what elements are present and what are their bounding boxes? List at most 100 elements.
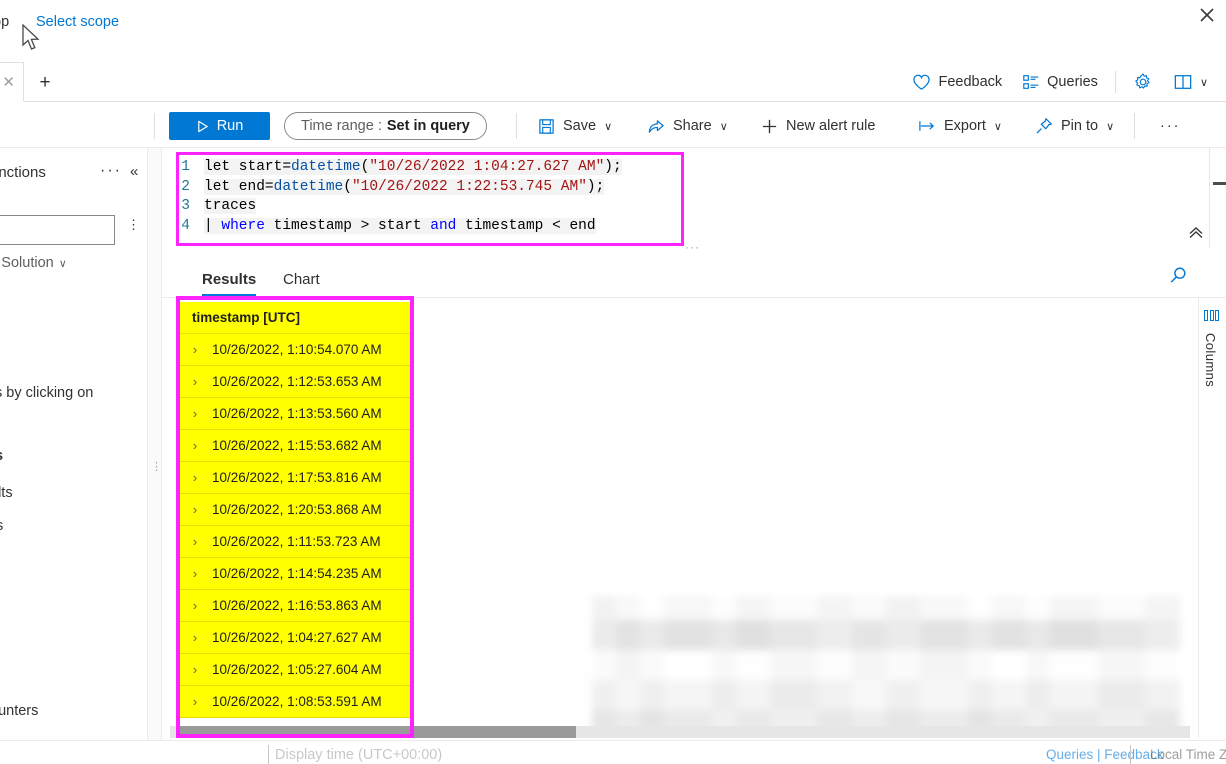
tab-results[interactable]: Results	[202, 262, 257, 296]
time-range-picker[interactable]: Time range : Set in query	[284, 112, 487, 140]
export-label: Export	[944, 118, 986, 134]
new-tab-button[interactable]: +	[30, 70, 60, 96]
row-expand-icon[interactable]: ›	[178, 598, 212, 613]
editor-minimap-marker	[1213, 182, 1226, 185]
tab-close-icon[interactable]: ✕	[2, 75, 15, 90]
bottom-links[interactable]: Queries | Feedback	[1046, 747, 1164, 762]
scope-app-label: pp	[0, 14, 10, 30]
active-tab[interactable]: ✕	[0, 62, 24, 102]
save-button[interactable]: Save ∨	[530, 112, 620, 140]
bottom-timezone-label: Local Time Zone	[1150, 747, 1226, 762]
editor-resize-dots[interactable]: ···	[685, 240, 700, 254]
grid-horizontal-scrollbar[interactable]	[170, 726, 1190, 738]
redacted-cell	[818, 650, 852, 680]
table-row[interactable]: › 10/26/2022, 1:14:54.235 AM	[178, 558, 410, 590]
redacted-cell	[770, 650, 818, 680]
left-panel-collapse-button[interactable]: «	[130, 163, 138, 180]
redacted-cell	[886, 680, 920, 710]
table-row[interactable]: › 10/26/2022, 1:04:27.627 AM	[178, 622, 410, 654]
app-root: ✕ + Feedback Queries ∨ p Select scope Ru…	[0, 0, 1226, 764]
layout-button[interactable]: ∨	[1163, 68, 1218, 96]
feedback-button[interactable]: Feedback	[902, 68, 1012, 97]
table-row[interactable]: › 10/26/2022, 1:17:53.816 AM	[178, 462, 410, 494]
left-panel-kebab-icon[interactable]: ⋮	[127, 218, 140, 232]
run-button[interactable]: Run	[169, 112, 270, 140]
settings-button[interactable]	[1123, 67, 1163, 97]
play-icon	[197, 120, 208, 132]
left-panel-search-input[interactable]	[0, 215, 115, 245]
row-expand-icon[interactable]: ›	[178, 470, 212, 485]
tab-chart-label: Chart	[283, 270, 320, 288]
editor-line-code: | where timestamp > start and timestamp …	[204, 217, 596, 234]
header-actions: Feedback Queries ∨	[902, 62, 1218, 102]
tab-chart[interactable]: Chart	[283, 262, 320, 296]
table-row[interactable]: › 10/26/2022, 1:10:54.070 AM	[178, 334, 410, 366]
row-expand-icon[interactable]: ›	[178, 694, 212, 709]
row-expand-icon[interactable]: ›	[178, 438, 212, 453]
columns-rail-label[interactable]: Columns	[1203, 333, 1218, 387]
redacted-row	[582, 620, 1226, 650]
redacted-cell	[712, 650, 736, 680]
table-row[interactable]: › 10/26/2022, 1:12:53.653 AM	[178, 366, 410, 398]
group-by-dropdown[interactable]: y: Solution ∨	[0, 255, 67, 271]
table-row[interactable]: › 10/26/2022, 1:08:53.591 AM	[178, 686, 410, 718]
new-alert-rule-button[interactable]: New alert rule	[753, 112, 883, 140]
left-panel-text: s	[0, 448, 3, 464]
layout-chevron-down-icon: ∨	[1199, 76, 1208, 89]
query-editor[interactable]: 1 let start=datetime("10/26/2022 1:04:27.…	[178, 153, 684, 243]
row-expand-icon[interactable]: ›	[178, 502, 212, 517]
table-row[interactable]: › 10/26/2022, 1:13:53.560 AM	[178, 398, 410, 430]
row-expand-icon[interactable]: ›	[178, 662, 212, 677]
redacted-cell	[592, 650, 616, 680]
editor-line-code: let end=datetime("10/26/2022 1:22:53.745…	[204, 178, 605, 195]
toolbar-divider-1	[516, 113, 517, 139]
redacted-cell	[968, 620, 992, 650]
close-window-button[interactable]	[1190, 0, 1224, 30]
table-row[interactable]: › 10/26/2022, 1:15:53.682 AM	[178, 430, 410, 462]
left-panel-more-button[interactable]: ···	[100, 162, 122, 180]
columns-icon	[1204, 310, 1219, 321]
grid-horizontal-scroll-thumb[interactable]	[176, 726, 576, 738]
timestamp-cell: 10/26/2022, 1:14:54.235 AM	[212, 566, 382, 581]
queries-button[interactable]: Queries	[1012, 68, 1108, 96]
timestamp-cell: 10/26/2022, 1:17:53.816 AM	[212, 470, 382, 485]
select-scope-link[interactable]: Select scope	[36, 14, 119, 30]
redacted-cell	[992, 650, 1026, 680]
redacted-cell	[920, 680, 968, 710]
gear-icon	[1135, 73, 1150, 89]
redacted-cell	[616, 596, 640, 620]
row-expand-icon[interactable]: ›	[178, 374, 212, 389]
row-expand-icon[interactable]: ›	[178, 342, 212, 357]
pin-to-button[interactable]: Pin to ∨	[1027, 112, 1122, 140]
redacted-cell	[920, 596, 968, 620]
row-expand-icon[interactable]: ›	[178, 566, 212, 581]
redacted-cell	[664, 596, 712, 620]
more-commands-button[interactable]: ···	[1152, 112, 1189, 140]
redacted-cell	[818, 680, 852, 710]
group-by-label: y: Solution	[0, 255, 54, 271]
time-range-label: Time range :	[301, 118, 382, 134]
export-button[interactable]: Export ∨	[910, 112, 1010, 140]
redacted-results-content	[582, 596, 1226, 738]
table-row[interactable]: › 10/26/2022, 1:11:53.723 AM	[178, 526, 410, 558]
editor-collapse-button[interactable]	[1188, 226, 1204, 243]
left-panel-text: ounters	[0, 703, 39, 719]
timestamp-column-header[interactable]: timestamp [UTC]	[178, 302, 410, 334]
splitter-handle[interactable]: ⋮	[151, 462, 162, 473]
redacted-cell	[992, 596, 1026, 620]
redacted-cell	[1146, 620, 1180, 650]
results-search-button[interactable]	[1168, 265, 1189, 289]
redacted-cell	[1026, 650, 1050, 680]
time-range-value: Set in query	[386, 118, 470, 134]
editor-line-number: 1	[181, 159, 190, 175]
redacted-cell	[818, 620, 852, 650]
panel-splitter[interactable]	[148, 148, 162, 764]
row-expand-icon[interactable]: ›	[178, 406, 212, 421]
row-expand-icon[interactable]: ›	[178, 534, 212, 549]
redacted-cell	[1050, 596, 1098, 620]
table-row[interactable]: › 10/26/2022, 1:20:53.868 AM	[178, 494, 410, 526]
row-expand-icon[interactable]: ›	[178, 630, 212, 645]
share-button[interactable]: Share ∨	[639, 112, 736, 140]
table-row[interactable]: › 10/26/2022, 1:16:53.863 AM	[178, 590, 410, 622]
table-row[interactable]: › 10/26/2022, 1:05:27.604 AM	[178, 654, 410, 686]
